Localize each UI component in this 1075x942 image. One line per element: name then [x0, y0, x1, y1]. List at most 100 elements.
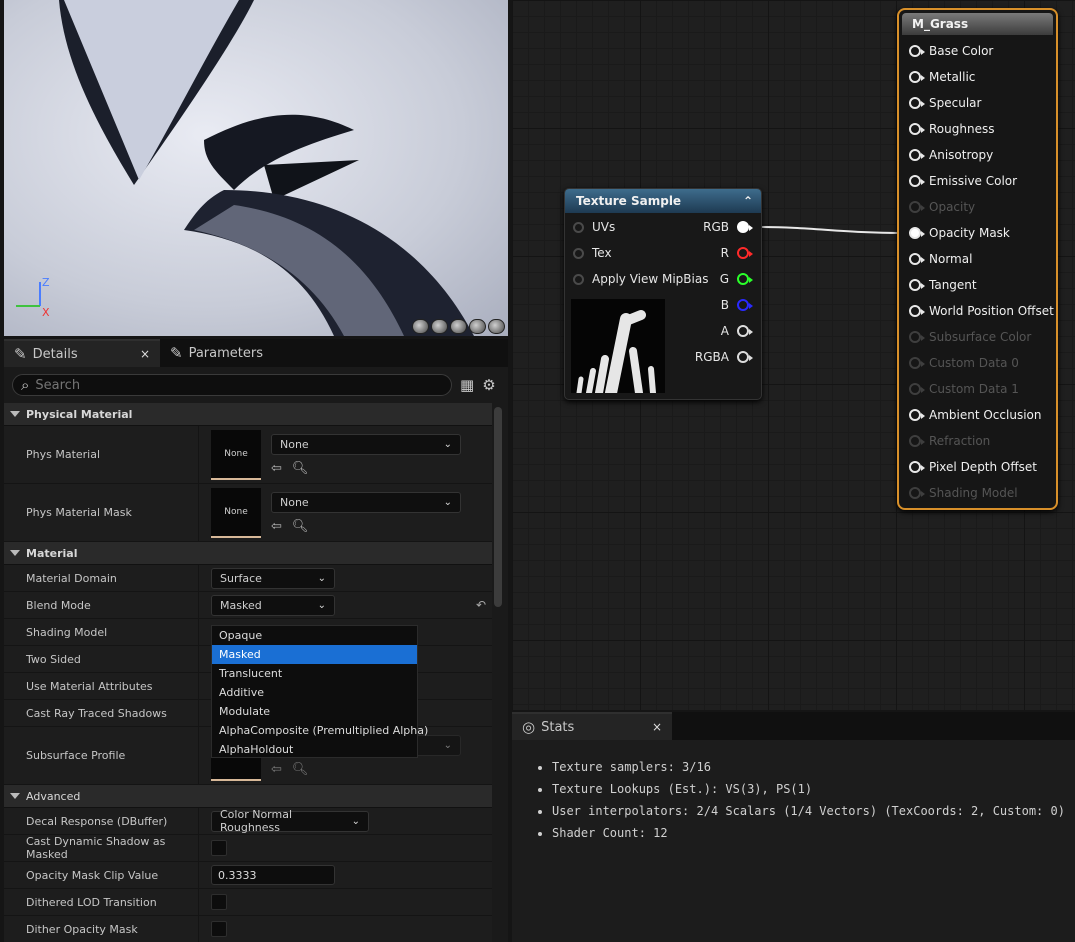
search-input[interactable]: [35, 377, 416, 393]
output-pin-a[interactable]: A: [721, 321, 753, 341]
material-pin-ambient-occlusion[interactable]: Ambient Occlusion: [909, 405, 1041, 425]
category-material[interactable]: Material: [4, 542, 492, 565]
material-graph-canvas[interactable]: Texture Sample ⌃ UVs Tex Apply View MipB…: [512, 0, 1075, 710]
close-icon[interactable]: ×: [140, 347, 150, 361]
pin-icon: [573, 273, 584, 285]
material-pin-world-position-offset[interactable]: World Position Offset: [909, 301, 1054, 321]
material-result-node[interactable]: M_Grass Base Color Metallic Specular Rou…: [897, 8, 1058, 510]
dropdown-option-alphaholdout[interactable]: AlphaHoldout: [212, 740, 417, 759]
table-view-icon[interactable]: ▦: [460, 376, 474, 394]
phys-material-mask-combo[interactable]: None ⌄: [271, 491, 461, 513]
asset-thumbnail[interactable]: None: [211, 429, 261, 480]
pin-label: Subsurface Color: [929, 330, 1032, 344]
material-pin-anisotropy[interactable]: Anisotropy: [909, 145, 993, 165]
material-pin-base-color[interactable]: Base Color: [909, 41, 993, 61]
pin-icon: [737, 273, 753, 285]
pin-label: B: [720, 298, 729, 312]
expand-triangle-icon: [10, 550, 20, 556]
checkbox[interactable]: [211, 840, 227, 856]
pin-icon: [909, 409, 925, 421]
material-pin-emissive-color[interactable]: Emissive Color: [909, 171, 1017, 191]
output-pin-r[interactable]: R: [721, 243, 753, 263]
dropdown-option-modulate[interactable]: Modulate: [212, 702, 417, 721]
material-pin-normal[interactable]: Normal: [909, 249, 972, 269]
dropdown-option-masked[interactable]: Masked: [212, 645, 417, 664]
input-pin-tex[interactable]: Tex: [573, 243, 612, 263]
output-pin-g[interactable]: G: [720, 269, 753, 289]
stats-icon: ◎: [522, 718, 536, 736]
material-preview-viewport[interactable]: Z X: [4, 0, 508, 336]
input-pin-apply-view-mipbias[interactable]: Apply View MipBias: [573, 269, 708, 289]
prop-label: Dithered LOD Transition: [26, 895, 157, 909]
pin-label: World Position Offset: [929, 304, 1054, 318]
pin-label: Normal: [929, 252, 973, 266]
material-node-header[interactable]: M_Grass: [902, 13, 1053, 35]
material-pin-metallic[interactable]: Metallic: [909, 67, 975, 87]
plane-preview-icon[interactable]: [450, 319, 467, 334]
dropdown-option-translucent[interactable]: Translucent: [212, 664, 417, 683]
use-selected-asset-icon[interactable]: ⇦: [271, 519, 282, 534]
gear-icon[interactable]: ⚙: [482, 376, 495, 394]
output-pin-rgba[interactable]: RGBA: [695, 347, 753, 367]
phys-material-combo[interactable]: None ⌄: [271, 433, 461, 455]
use-selected-asset-icon[interactable]: ⇦: [271, 461, 282, 476]
cube-preview-icon[interactable]: [469, 319, 486, 334]
browse-asset-icon[interactable]: 🔍︎: [292, 519, 309, 534]
close-icon[interactable]: ×: [652, 720, 662, 734]
material-pin-custom-data-1: Custom Data 1: [909, 379, 1019, 399]
pin-icon: [909, 435, 925, 447]
stats-list: Texture samplers: 3/16 Texture Lookups (…: [552, 756, 1075, 844]
material-pin-pixel-depth-offset[interactable]: Pixel Depth Offset: [909, 457, 1037, 477]
tab-details[interactable]: ✎ Details ×: [4, 339, 160, 367]
pin-icon: [909, 331, 925, 343]
details-scrollbar[interactable]: [494, 407, 502, 607]
pin-icon: [909, 461, 925, 473]
tab-stats[interactable]: ◎ Stats ×: [512, 712, 672, 740]
search-box[interactable]: ⌕: [12, 374, 452, 396]
decal-response-combo[interactable]: Color Normal Roughness ⌄: [211, 808, 369, 834]
browse-asset-icon[interactable]: 🔍︎: [292, 762, 309, 777]
category-label: Physical Material: [26, 407, 133, 421]
dropdown-option-alphacomposite[interactable]: AlphaComposite (Premultiplied Alpha): [212, 721, 428, 740]
asset-thumbnail[interactable]: None: [211, 487, 261, 538]
dropdown-option-additive[interactable]: Additive: [212, 683, 417, 702]
material-pin-shading-model: Shading Model: [909, 483, 1018, 503]
opacity-mask-clip-input[interactable]: 0.3333: [211, 865, 335, 885]
input-pin-uvs[interactable]: UVs: [573, 217, 615, 237]
material-pin-roughness[interactable]: Roughness: [909, 119, 994, 139]
pin-label: Custom Data 1: [929, 382, 1019, 396]
pin-icon: [573, 221, 584, 233]
sphere-preview-icon[interactable]: [431, 319, 448, 334]
category-advanced[interactable]: Advanced: [4, 785, 492, 808]
texture-sample-header[interactable]: Texture Sample ⌃: [565, 189, 761, 213]
use-selected-asset-icon[interactable]: ⇦: [271, 762, 282, 777]
output-pin-b[interactable]: B: [720, 295, 753, 315]
pin-icon: [737, 351, 753, 363]
pin-label: Pixel Depth Offset: [929, 460, 1037, 474]
checkbox[interactable]: [211, 894, 227, 910]
material-domain-combo[interactable]: Surface ⌄: [211, 567, 335, 589]
tab-parameters[interactable]: ✎ Parameters: [160, 339, 273, 367]
tab-details-label: Details: [32, 346, 78, 362]
material-pin-opacity-mask[interactable]: Opacity Mask: [909, 223, 1010, 243]
browse-asset-icon[interactable]: 🔍︎: [292, 461, 309, 476]
output-pin-rgb[interactable]: RGB: [703, 217, 753, 237]
blend-mode-combo[interactable]: Masked ⌄: [211, 594, 335, 616]
dropdown-option-opaque[interactable]: Opaque: [212, 626, 417, 645]
row-material-domain: Material Domain Surface ⌄: [4, 565, 492, 592]
cylinder-preview-icon[interactable]: [412, 319, 429, 334]
reset-arrow-icon[interactable]: ↶: [476, 598, 486, 612]
pin-label: Opacity Mask: [929, 226, 1010, 240]
stats-line: Texture Lookups (Est.): VS(3), PS(1): [552, 778, 1075, 800]
category-physical-material[interactable]: Physical Material: [4, 403, 492, 426]
material-pin-tangent[interactable]: Tangent: [909, 275, 977, 295]
custom-mesh-preview-icon[interactable]: [488, 319, 505, 334]
pencil-icon: ✎: [14, 345, 27, 363]
pin-label: Metallic: [929, 70, 976, 84]
checkbox[interactable]: [211, 921, 227, 937]
collapse-chevron-icon[interactable]: ⌃: [743, 194, 753, 208]
texture-sample-node[interactable]: Texture Sample ⌃ UVs Tex Apply View MipB…: [564, 188, 762, 400]
material-pin-custom-data-0: Custom Data 0: [909, 353, 1019, 373]
pin-icon: [737, 325, 753, 337]
material-pin-specular[interactable]: Specular: [909, 93, 981, 113]
